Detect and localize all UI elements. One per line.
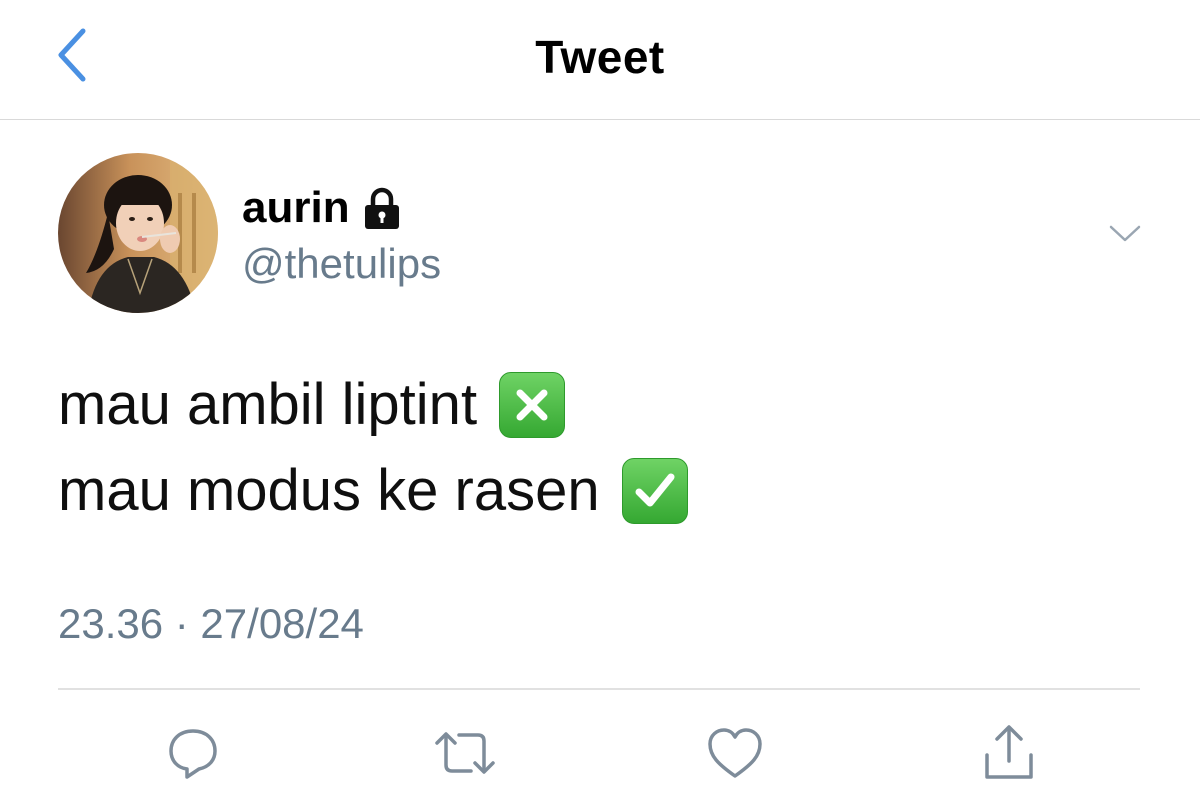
lock-icon (364, 187, 399, 229)
page-title: Tweet (535, 31, 665, 83)
share-button[interactable] (974, 718, 1044, 788)
user-handle[interactable]: @thetulips (242, 240, 441, 288)
retweet-icon (435, 732, 495, 774)
reply-icon (169, 729, 217, 779)
tweet-line: mau modus ke rasen (58, 448, 688, 534)
share-icon (985, 725, 1033, 779)
divider (58, 688, 1140, 690)
tweet-line-text: mau modus ke rasen (58, 458, 600, 523)
reply-button[interactable] (158, 718, 228, 788)
tweet-line-text: mau ambil liptint (58, 372, 478, 437)
like-button[interactable] (700, 718, 770, 788)
retweet-button[interactable] (430, 718, 500, 788)
top-navigation-bar: Tweet (0, 0, 1200, 120)
tweet-text: mau ambil liptint mau modus ke rasen (58, 362, 688, 534)
tweet-timestamp[interactable]: 23.36 · 27/08/24 (58, 600, 364, 648)
display-name: aurin (242, 183, 350, 232)
tweet-line: mau ambil liptint (58, 362, 688, 448)
cross-mark-button-emoji (499, 372, 566, 438)
author-name-row[interactable]: aurin (242, 182, 402, 234)
like-icon (708, 728, 762, 778)
check-mark-button-emoji (621, 458, 688, 524)
avatar[interactable] (58, 153, 218, 313)
chevron-down-icon (1109, 225, 1141, 242)
more-options-button[interactable] (1098, 212, 1152, 256)
